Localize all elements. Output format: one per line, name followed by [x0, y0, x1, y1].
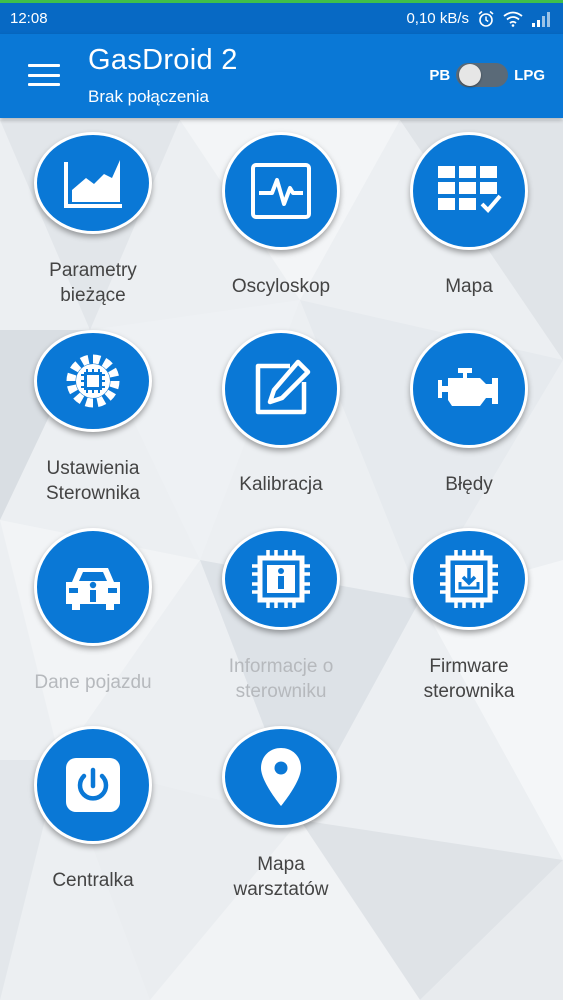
menu-item-label: Centralka	[52, 870, 134, 891]
network-speed: 0,10 kB/s	[406, 10, 469, 27]
menu-item-bledy[interactable]: Błędy	[394, 316, 544, 506]
menu-item-centralka[interactable]: Centralka	[18, 712, 168, 902]
power-icon	[66, 758, 120, 812]
chip-download-icon	[440, 550, 498, 608]
menu-item-label: Kalibracja	[239, 474, 323, 495]
menu-item-label: Mapa warsztatów	[233, 854, 329, 900]
map-table-icon	[438, 166, 502, 213]
menu-item-circle	[410, 132, 528, 250]
connection-status: Brak połączenia	[88, 87, 209, 106]
status-icons: 0,10 kB/s	[406, 10, 551, 28]
menu-item-label: Oscyloskop	[231, 276, 331, 297]
menu-item-label: Parametry bieżące	[49, 260, 137, 306]
app-title: GasDroid 2	[88, 44, 238, 76]
menu-item-label: Firmware sterownika	[423, 656, 515, 702]
location-pin-icon	[261, 748, 301, 806]
toggle-knob	[459, 64, 482, 86]
menu-item-circle	[222, 132, 340, 250]
menu-item-label: Ustawienia Sterownika	[46, 458, 140, 504]
menu-item-parametry[interactable]: Parametry bieżące	[18, 118, 168, 308]
menu-item-ustawienia[interactable]: Ustawienia Sterownika	[18, 316, 168, 506]
fuel-toggle-switch[interactable]	[456, 63, 509, 87]
menu-item-mapa[interactable]: Mapa	[394, 118, 544, 308]
chip-info-icon	[252, 550, 310, 608]
app-bar: GasDroid 2 Brak połączenia PB LPG	[0, 34, 563, 118]
main-menu-grid: Parametry bieżące Oscyloskop Mapa Ustawi…	[0, 118, 563, 1000]
fuel-label-lpg: LPG	[514, 66, 545, 84]
fuel-label-pb: PB	[429, 66, 451, 84]
edit-pencil-icon	[255, 359, 311, 415]
menu-item-circle	[34, 330, 152, 432]
engine-icon	[438, 368, 498, 406]
menu-item-kalibracja[interactable]: Kalibracja	[206, 316, 356, 506]
menu-item-oscyloskop[interactable]: Oscyloskop	[206, 118, 356, 308]
fuel-toggle-group: PB LPG	[429, 62, 545, 88]
menu-item-dane-pojazdu[interactable]: Dane pojazdu	[18, 514, 168, 704]
wifi-icon	[503, 11, 523, 27]
menu-item-circle	[222, 330, 340, 448]
menu-item-circle	[222, 726, 340, 828]
menu-item-circle	[222, 528, 340, 630]
menu-item-label: Dane pojazdu	[34, 672, 152, 693]
menu-item-circle	[410, 330, 528, 448]
status-bar: 12:08 0,10 kB/s	[0, 0, 563, 34]
menu-item-firmware[interactable]: Firmware sterownika	[394, 514, 544, 704]
menu-item-mapa-warsztatow[interactable]: Mapa warsztatów	[206, 712, 356, 902]
menu-item-label: Mapa	[445, 276, 493, 297]
menu-item-informacje[interactable]: Informacje o sterowniku	[206, 514, 356, 704]
signal-icon	[532, 11, 550, 27]
chip-gear-icon	[66, 354, 120, 408]
oscilloscope-icon	[251, 163, 311, 219]
menu-item-circle	[34, 132, 152, 234]
menu-item-circle	[34, 726, 152, 844]
hamburger-menu-icon[interactable]	[28, 64, 60, 86]
menu-item-circle	[410, 528, 528, 630]
status-time: 12:08	[10, 10, 48, 27]
chart-area-icon	[64, 160, 122, 208]
alarm-icon	[478, 10, 494, 27]
menu-item-circle	[34, 528, 152, 646]
menu-item-label: Błędy	[445, 474, 493, 495]
car-info-icon	[66, 568, 120, 610]
menu-item-label: Informacje o sterowniku	[228, 656, 334, 702]
